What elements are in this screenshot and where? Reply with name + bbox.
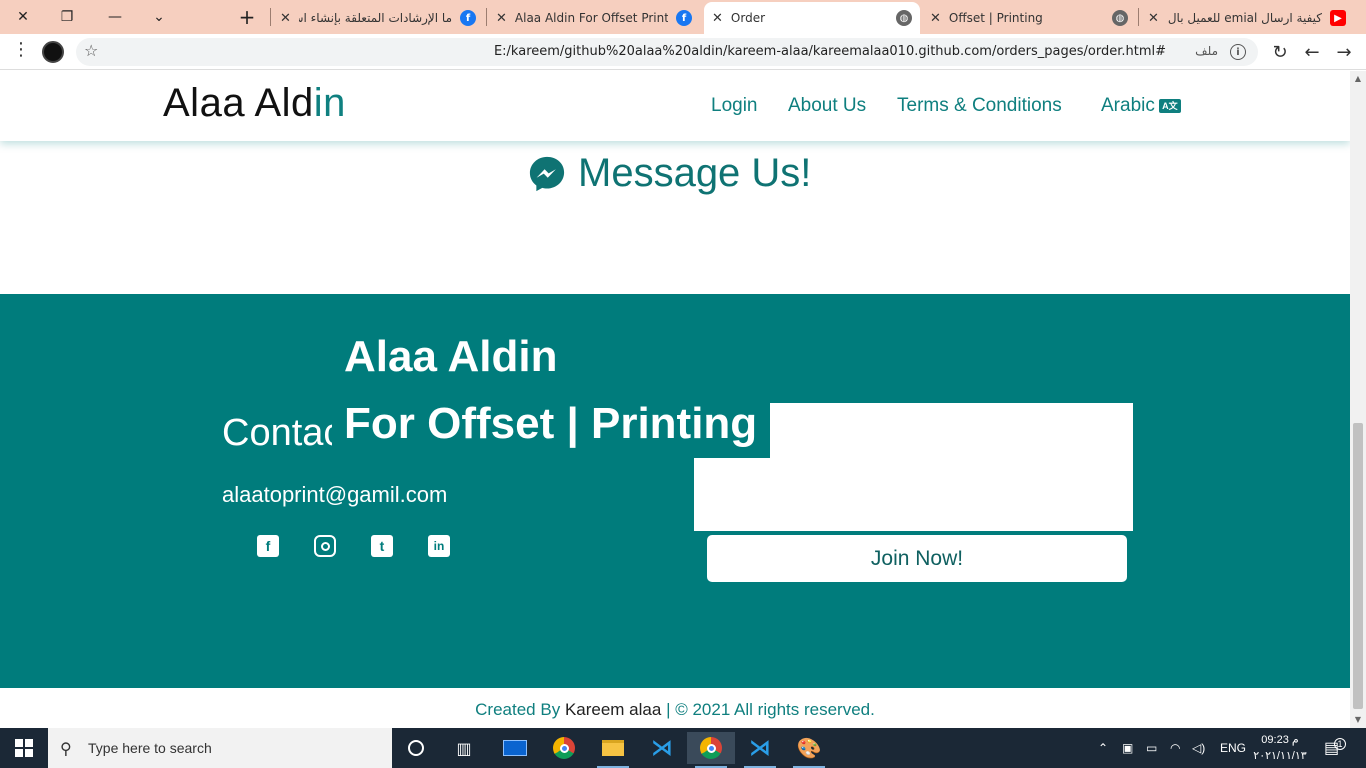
tray-security-icon[interactable]: ▣	[1122, 728, 1133, 768]
clock-date: ٢٠٢١/١١/١٣	[1253, 750, 1307, 762]
subscribe-panel-top	[770, 403, 1133, 458]
scroll-up-icon[interactable]: ▲	[1353, 74, 1363, 84]
tab-youtube[interactable]: ✕ كيفية ارسال emial للعميل بال ▶	[1140, 2, 1354, 34]
tab-separator	[486, 8, 487, 26]
page-scrollbar[interactable]: ▲ ▼	[1350, 71, 1366, 728]
task-view-icon[interactable]: ▥	[440, 732, 488, 764]
url-text[interactable]: E:/kareem/github%20alaa%20aldin/kareem-a…	[494, 44, 1166, 59]
company-name: Alaa Aldin	[344, 332, 558, 381]
windows-taskbar: ⚲ Type here to search ▥ ⋊ ⋊ 🎨 ⌃ ▣ ▭ ◠ ◁)…	[0, 728, 1366, 768]
close-tab-icon[interactable]: ✕	[496, 11, 507, 26]
message-title: Message Us!	[578, 151, 812, 195]
taskbar-search[interactable]: ⚲ Type here to search	[48, 728, 392, 768]
profile-avatar[interactable]	[42, 41, 64, 63]
close-tab-icon[interactable]: ✕	[712, 11, 723, 26]
chrome-icon[interactable]	[540, 732, 588, 764]
tab-separator	[1138, 8, 1139, 26]
tab-separator	[270, 8, 271, 26]
message-section: Message Us!	[0, 141, 1350, 294]
tab-label: كيفية ارسال emial للعميل بال	[1167, 11, 1322, 25]
brand-accent: in	[313, 81, 346, 125]
brand-main: Alaa Ald	[163, 81, 314, 125]
linkedin-icon[interactable]: in	[428, 535, 450, 557]
globe-icon: ◍	[1112, 10, 1128, 26]
site-footer: Contact Alaa Aldin For Offset | Printing…	[0, 294, 1350, 688]
tab-label: Alaa Aldin For Offset Printing	[514, 11, 668, 25]
search-placeholder: Type here to search	[88, 740, 212, 756]
tab-offset-printing[interactable]: ✕ Offset | Printing ◍	[922, 2, 1136, 34]
address-bar[interactable]: ☆ E:/kareem/github%20alaa%20aldin/kareem…	[76, 38, 1258, 66]
nav-arabic-label: Arabic	[1101, 95, 1155, 116]
tab-guidelines[interactable]: ✕ ما الإرشادات المتعلقة بإنشاء اس f	[272, 2, 484, 34]
copyright-bar: Created By Kareem alaa | © 2021 All righ…	[0, 688, 1350, 728]
vscode-active-icon[interactable]: ⋊	[736, 732, 784, 768]
company-tagline: For Offset | Printing	[344, 399, 758, 448]
credit-suffix: | © 2021 All rights reserved.	[666, 700, 875, 719]
chrome-active-icon[interactable]	[687, 732, 735, 768]
nav-arabic-link[interactable]: Arabic A文	[1101, 95, 1181, 117]
tab-search-icon[interactable]: ⌄	[136, 0, 182, 34]
browser-toolbar: ⋮ ☆ E:/kareem/github%20alaa%20aldin/kare…	[0, 34, 1366, 70]
facebook-icon[interactable]: f	[257, 535, 279, 557]
message-us-link[interactable]: Message Us!	[528, 151, 811, 196]
facebook-icon: f	[460, 10, 476, 26]
cortana-icon[interactable]	[392, 732, 440, 764]
new-tab-icon[interactable]: +	[224, 0, 270, 34]
tab-label: Offset | Printing	[948, 11, 1043, 25]
close-tab-icon[interactable]: ✕	[280, 11, 291, 26]
restore-window-icon[interactable]: ❐	[44, 0, 90, 34]
tab-alaa-aldin[interactable]: ✕ Alaa Aldin For Offset Printing f	[488, 2, 700, 34]
system-clock[interactable]: 09:23 م ٢٠٢١/١١/١٣	[1250, 732, 1310, 764]
facebook-icon: f	[676, 10, 692, 26]
instagram-icon[interactable]	[314, 535, 336, 557]
globe-icon: ◍	[896, 10, 912, 26]
nav-login-link[interactable]: Login	[711, 95, 758, 117]
clock-time: 09:23 م	[1261, 734, 1299, 746]
close-tab-icon[interactable]: ✕	[1148, 11, 1159, 26]
forward-icon[interactable]: →	[1332, 40, 1356, 64]
battery-icon[interactable]: ▭	[1146, 728, 1157, 768]
file-label: ملف	[1195, 44, 1218, 58]
tab-order[interactable]: ✕ Order ◍	[704, 2, 920, 34]
subscribe-email-field[interactable]	[694, 458, 1133, 531]
site-navbar: Alaa Aldin Login About Us Terms & Condit…	[0, 71, 1350, 141]
info-icon[interactable]: i	[1230, 44, 1246, 60]
paint-icon[interactable]: 🎨	[785, 732, 833, 768]
language-indicator[interactable]: ENG	[1220, 728, 1246, 768]
reload-icon[interactable]: ↻	[1268, 40, 1292, 64]
minimize-window-icon[interactable]: —	[92, 0, 138, 34]
join-now-button[interactable]: Join Now!	[707, 535, 1127, 582]
twitter-icon[interactable]: t	[371, 535, 393, 557]
volume-icon[interactable]: ◁)	[1192, 728, 1205, 768]
tab-label: Order	[730, 11, 766, 25]
close-tab-icon[interactable]: ✕	[930, 11, 941, 26]
translate-icon: A文	[1158, 98, 1181, 113]
credit-prefix: Created By	[475, 700, 561, 719]
wifi-icon[interactable]: ◠	[1170, 728, 1180, 768]
mail-icon[interactable]	[491, 732, 539, 764]
back-icon[interactable]: ←	[1300, 40, 1324, 64]
notification-count: 1	[1334, 738, 1346, 750]
tab-label: ما الإرشادات المتعلقة بإنشاء اس	[298, 11, 452, 25]
windows-start-icon[interactable]	[0, 728, 48, 768]
menu-dots-icon[interactable]: ⋮	[12, 40, 30, 60]
credit-author: Kareem alaa	[564, 700, 662, 719]
nav-terms-link[interactable]: Terms & Conditions	[897, 95, 1062, 117]
youtube-icon: ▶	[1330, 10, 1346, 26]
nav-about-link[interactable]: About Us	[788, 95, 866, 117]
vscode-icon[interactable]: ⋊	[638, 732, 686, 764]
site-logo[interactable]: Alaa Aldin	[163, 81, 346, 126]
contact-heading: Contact	[222, 412, 332, 454]
tray-chevron-icon[interactable]: ⌃	[1098, 728, 1108, 768]
search-icon: ⚲	[60, 741, 72, 758]
bookmark-star-icon[interactable]: ☆	[84, 41, 98, 60]
scroll-down-icon[interactable]: ▼	[1353, 715, 1363, 725]
browser-tab-strip: ✕ ❐ — ⌄ + ✕ ما الإرشادات المتعلقة بإنشاء…	[0, 0, 1366, 34]
close-window-icon[interactable]: ✕	[0, 0, 46, 34]
contact-email[interactable]: alaatoprint@gamil.com	[222, 482, 447, 508]
file-explorer-icon[interactable]	[589, 732, 637, 768]
scroll-thumb[interactable]	[1353, 423, 1363, 709]
page-viewport: Alaa Aldin Login About Us Terms & Condit…	[0, 71, 1350, 728]
messenger-icon	[529, 156, 565, 191]
